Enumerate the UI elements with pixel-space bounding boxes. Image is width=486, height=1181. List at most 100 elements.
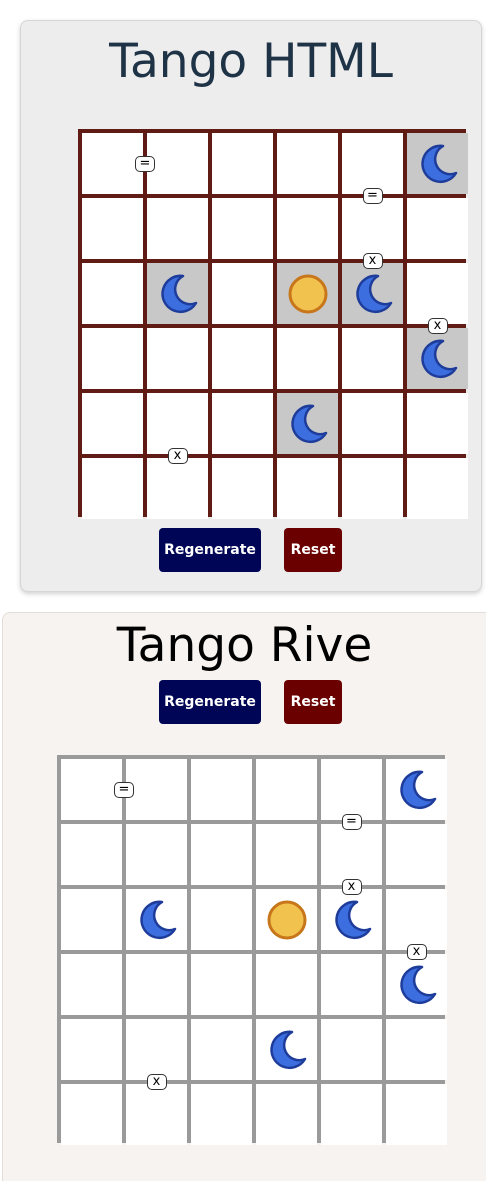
sun-icon [267, 900, 306, 939]
grid-cell[interactable] [277, 393, 338, 454]
grid-cell[interactable] [321, 824, 382, 885]
grid-cell[interactable] [82, 133, 143, 194]
grid-cell[interactable] [61, 954, 122, 1015]
grid-cell[interactable] [386, 889, 447, 950]
opposite-constraint: x [146, 1074, 167, 1090]
grid-cell[interactable] [147, 458, 208, 519]
grid-cell[interactable] [256, 954, 317, 1015]
grid-cell[interactable] [147, 133, 208, 194]
grid-cell[interactable] [342, 263, 403, 324]
grid-cell[interactable] [277, 133, 338, 194]
grid-cell[interactable] [277, 198, 338, 259]
equal-constraint: = [362, 188, 383, 204]
grid-cell[interactable] [61, 1019, 122, 1080]
grid-cell[interactable] [321, 889, 382, 950]
tango-html-panel: Tango HTML = = x x x Regenerate Reset [20, 20, 482, 592]
opposite-constraint: x [427, 318, 448, 334]
opposite-constraint: x [341, 879, 362, 895]
grid-cell[interactable] [82, 198, 143, 259]
grid-cell[interactable] [126, 954, 187, 1015]
grid-cell[interactable] [82, 328, 143, 389]
grid-cell[interactable] [256, 759, 317, 820]
grid-cell[interactable] [191, 824, 252, 885]
grid-cell[interactable] [212, 393, 273, 454]
moon-icon [355, 274, 392, 313]
grid-cell[interactable] [126, 759, 187, 820]
grid-cell[interactable] [407, 458, 468, 519]
moon-icon [269, 1030, 306, 1069]
grid-cell[interactable] [82, 263, 143, 324]
grid-cell[interactable] [61, 759, 122, 820]
html-regenerate-button[interactable]: Regenerate [159, 528, 261, 572]
grid-cell[interactable] [342, 458, 403, 519]
grid-cell[interactable] [342, 133, 403, 194]
moon-icon [290, 404, 327, 443]
grid-cell[interactable] [147, 393, 208, 454]
grid-cell[interactable] [342, 328, 403, 389]
grid-cell[interactable] [191, 1019, 252, 1080]
grid-cell[interactable] [321, 1019, 382, 1080]
rive-reset-button[interactable]: Reset [284, 680, 342, 724]
grid-cell[interactable] [256, 824, 317, 885]
grid-cell[interactable] [321, 1084, 382, 1145]
grid-cell[interactable] [256, 1084, 317, 1145]
grid-cell[interactable] [147, 263, 208, 324]
grid-cell[interactable] [321, 954, 382, 1015]
moon-icon [399, 965, 436, 1004]
grid-cell[interactable] [82, 458, 143, 519]
tango-html-board: = = x x x [78, 129, 468, 519]
grid-cell[interactable] [407, 328, 468, 389]
tango-rive-board[interactable]: = = x x x [57, 755, 447, 1145]
grid-cell[interactable] [256, 1019, 317, 1080]
grid-cell[interactable] [61, 1084, 122, 1145]
grid-cell[interactable] [212, 198, 273, 259]
grid-cell[interactable] [342, 198, 403, 259]
sun-icon [288, 274, 327, 313]
grid-cell[interactable] [386, 1084, 447, 1145]
grid-cell[interactable] [321, 759, 382, 820]
html-reset-button[interactable]: Reset [284, 528, 342, 572]
grid-cell[interactable] [126, 824, 187, 885]
grid-cell[interactable] [191, 759, 252, 820]
rive-regenerate-button[interactable]: Regenerate [159, 680, 261, 724]
grid-cell[interactable] [212, 263, 273, 324]
grid-cell[interactable] [212, 458, 273, 519]
grid-cell[interactable] [126, 1084, 187, 1145]
grid-cell[interactable] [386, 954, 447, 1015]
grid-cell[interactable] [277, 328, 338, 389]
moon-icon [399, 770, 436, 809]
grid-cell[interactable] [147, 198, 208, 259]
grid-cell[interactable] [82, 393, 143, 454]
grid-cell[interactable] [191, 1084, 252, 1145]
tango-html-title: Tango HTML [109, 34, 393, 89]
equal-constraint: = [114, 781, 134, 798]
grid-cell[interactable] [386, 824, 447, 885]
grid-cell[interactable] [277, 263, 338, 324]
grid-cell[interactable] [256, 889, 317, 950]
tango-rive-title: Tango Rive [116, 618, 373, 673]
grid-cell[interactable] [212, 328, 273, 389]
equal-constraint: = [135, 155, 155, 172]
opposite-constraint: x [362, 253, 383, 269]
grid-cell[interactable] [407, 198, 468, 259]
grid-cell[interactable] [126, 889, 187, 950]
grid-cell[interactable] [61, 889, 122, 950]
moon-icon [420, 339, 457, 378]
moon-icon [160, 274, 197, 313]
grid-cell[interactable] [212, 133, 273, 194]
opposite-constraint: x [167, 448, 188, 464]
grid-cell[interactable] [191, 954, 252, 1015]
grid-cell[interactable] [342, 393, 403, 454]
equal-constraint: = [341, 814, 362, 830]
grid-cell[interactable] [407, 393, 468, 454]
grid-cell[interactable] [147, 328, 208, 389]
moon-icon [420, 144, 457, 183]
grid-cell[interactable] [126, 1019, 187, 1080]
grid-cell[interactable] [191, 889, 252, 950]
grid-cell[interactable] [61, 824, 122, 885]
grid-cell[interactable] [386, 759, 447, 820]
grid-cell[interactable] [277, 458, 338, 519]
grid-cell[interactable] [407, 263, 468, 324]
grid-cell[interactable] [386, 1019, 447, 1080]
grid-cell[interactable] [407, 133, 468, 194]
